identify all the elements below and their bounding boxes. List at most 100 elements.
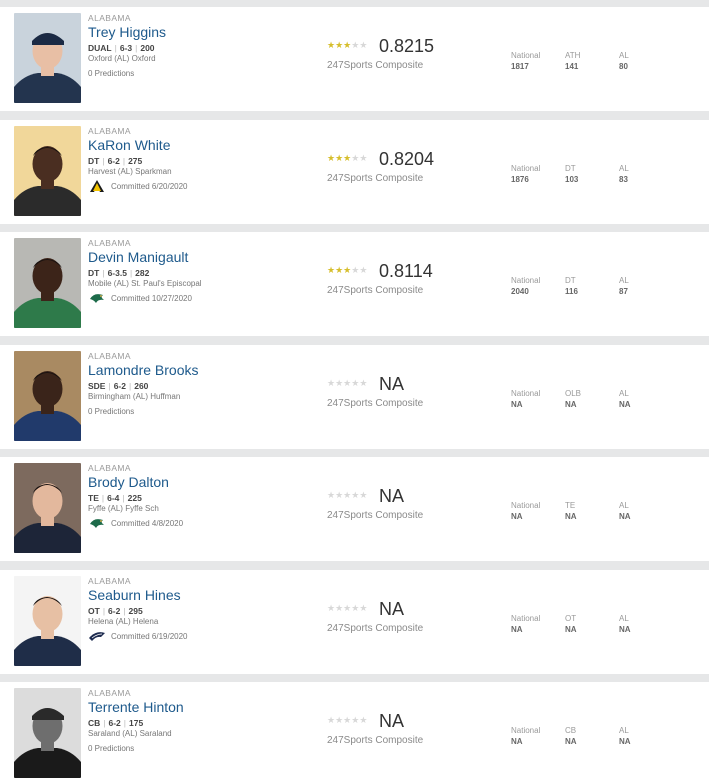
composite-label: 247Sports Composite [327, 398, 424, 409]
rank-label-position: CB [565, 726, 577, 735]
app-state-logo-icon [88, 179, 106, 193]
rank-value-national[interactable]: NA [511, 737, 523, 746]
star-icon: ★ [335, 490, 344, 500]
separator: | [122, 156, 126, 166]
rank-label-state: AL [619, 389, 629, 398]
star-icon: ★ [327, 153, 336, 163]
player-high-school: Saraland (AL) Saraland [88, 729, 172, 738]
player-row[interactable]: ALABAMA Brody Dalton TE | 6-4 | 225 Fyffe (AL) … [0, 457, 709, 561]
commitment-status[interactable]: Committed 10/27/2020 [88, 291, 192, 305]
rank-value-position[interactable]: 116 [565, 287, 578, 296]
rank-value-national[interactable]: 2040 [511, 287, 529, 296]
rank-value-national[interactable]: NA [511, 512, 523, 521]
recruit-list: ALABAMA Trey Higgins DUAL | 6-3 | 200 Oxford (A… [0, 0, 709, 781]
player-state: ALABAMA [88, 688, 131, 698]
player-row[interactable]: ALABAMA Devin Manigault DT | 6-3.5 | 282 Mobile… [0, 232, 709, 336]
player-row[interactable]: ALABAMA Lamondre Brooks SDE | 6-2 | 260 Birming… [0, 345, 709, 449]
player-height: 6-2 [108, 606, 121, 616]
player-photo[interactable] [14, 576, 81, 666]
star-icon: ★ [335, 603, 344, 613]
predictions-count[interactable]: 0 Predictions [88, 744, 134, 753]
star-rating: ★ ★ ★ ★ ★ [327, 604, 367, 613]
uab-logo-icon [88, 291, 106, 305]
separator: | [123, 606, 126, 616]
rank-value-state[interactable]: NA [619, 737, 631, 746]
status-text: Committed 6/20/2020 [111, 181, 188, 191]
star-icon: ★ [343, 490, 352, 500]
rank-value-position[interactable]: NA [565, 737, 577, 746]
commitment-status[interactable]: Committed 4/8/2020 [88, 516, 183, 530]
rank-label-position: DT [565, 164, 576, 173]
star-icon: ★ [343, 153, 352, 163]
star-icon: ★ [327, 40, 336, 50]
player-row[interactable]: ALABAMA Trey Higgins DUAL | 6-3 | 200 Oxford (A… [0, 7, 709, 111]
player-row[interactable]: ALABAMA Seaburn Hines OT | 6-2 | 295 Helena (AL… [0, 570, 709, 674]
star-rating: ★ ★ ★ ★ ★ [327, 379, 367, 388]
star-icon: ★ [351, 40, 360, 50]
status-text: 0 Predictions [88, 744, 135, 753]
star-icon: ★ [327, 265, 336, 275]
rank-value-state[interactable]: NA [619, 625, 631, 634]
rank-value-position[interactable]: NA [565, 400, 577, 409]
player-measurables: DUAL | 6-3 | 200 [88, 43, 155, 53]
rank-value-position[interactable]: NA [565, 512, 577, 521]
commitment-status[interactable]: Committed 6/19/2020 [88, 629, 188, 643]
player-name-link[interactable]: Seaburn Hines [88, 587, 181, 603]
rank-label-national: National [511, 164, 541, 173]
player-photo[interactable] [14, 688, 81, 778]
player-photo[interactable] [14, 351, 81, 441]
player-position: TE [88, 493, 99, 503]
rank-value-state[interactable]: 83 [619, 175, 628, 184]
rank-value-position[interactable]: NA [565, 625, 577, 634]
player-name-link[interactable]: Trey Higgins [88, 24, 166, 40]
star-rating: ★ ★ ★ ★ ★ [327, 41, 367, 50]
player-state: ALABAMA [88, 126, 131, 136]
predictions-count[interactable]: 0 Predictions [88, 69, 134, 78]
rank-value-national[interactable]: NA [511, 400, 523, 409]
star-icon: ★ [343, 378, 352, 388]
star-icon: ★ [335, 378, 344, 388]
star-icon: ★ [351, 378, 360, 388]
rank-value-national[interactable]: 1876 [511, 175, 529, 184]
player-name-link[interactable]: Terrente Hinton [88, 699, 184, 715]
star-icon: ★ [343, 265, 352, 275]
rank-label-national: National [511, 501, 541, 510]
player-name-link[interactable]: Lamondre Brooks [88, 362, 199, 378]
composite-label: 247Sports Composite [327, 510, 424, 521]
rank-value-state[interactable]: NA [619, 512, 631, 521]
player-name-link[interactable]: Devin Manigault [88, 249, 188, 265]
player-position: CB [88, 718, 101, 728]
player-photo[interactable] [14, 238, 81, 328]
player-height: 6-2 [107, 156, 120, 166]
rank-value-state[interactable]: NA [619, 400, 631, 409]
player-photo[interactable] [14, 463, 81, 553]
player-photo[interactable] [14, 126, 81, 216]
separator: | [102, 268, 105, 278]
star-icon: ★ [327, 378, 336, 388]
predictions-count[interactable]: 0 Predictions [88, 407, 134, 416]
player-photo[interactable] [14, 13, 81, 103]
separator: | [108, 381, 111, 391]
player-row[interactable]: ALABAMA KaRon White DT | 6-2 | 275 Harvest (AL)… [0, 120, 709, 224]
composite-rating: NA [379, 599, 405, 619]
rank-label-position: OT [565, 614, 577, 623]
composite-rating: NA [379, 486, 405, 506]
star-icon: ★ [359, 265, 368, 275]
player-row[interactable]: ALABAMA Terrente Hinton CB | 6-2 | 175 Saraland… [0, 682, 709, 781]
star-icon: ★ [359, 153, 368, 163]
player-name-link[interactable]: Brody Dalton [88, 474, 169, 490]
player-height: 6-4 [107, 493, 120, 503]
rank-value-national[interactable]: NA [511, 625, 523, 634]
rank-value-position[interactable]: 141 [565, 62, 578, 71]
rank-label-national: National [511, 726, 541, 735]
rank-value-state[interactable]: 87 [619, 287, 628, 296]
player-position: DUAL [88, 43, 112, 53]
commitment-status[interactable]: Committed 6/20/2020 [88, 179, 188, 193]
star-icon: ★ [335, 265, 344, 275]
rank-value-state[interactable]: 80 [619, 62, 628, 71]
rank-value-national[interactable]: 1817 [511, 62, 529, 71]
separator: | [129, 381, 132, 391]
player-weight: 225 [127, 493, 142, 503]
player-name-link[interactable]: KaRon White [88, 137, 170, 153]
rank-value-position[interactable]: 103 [565, 175, 578, 184]
